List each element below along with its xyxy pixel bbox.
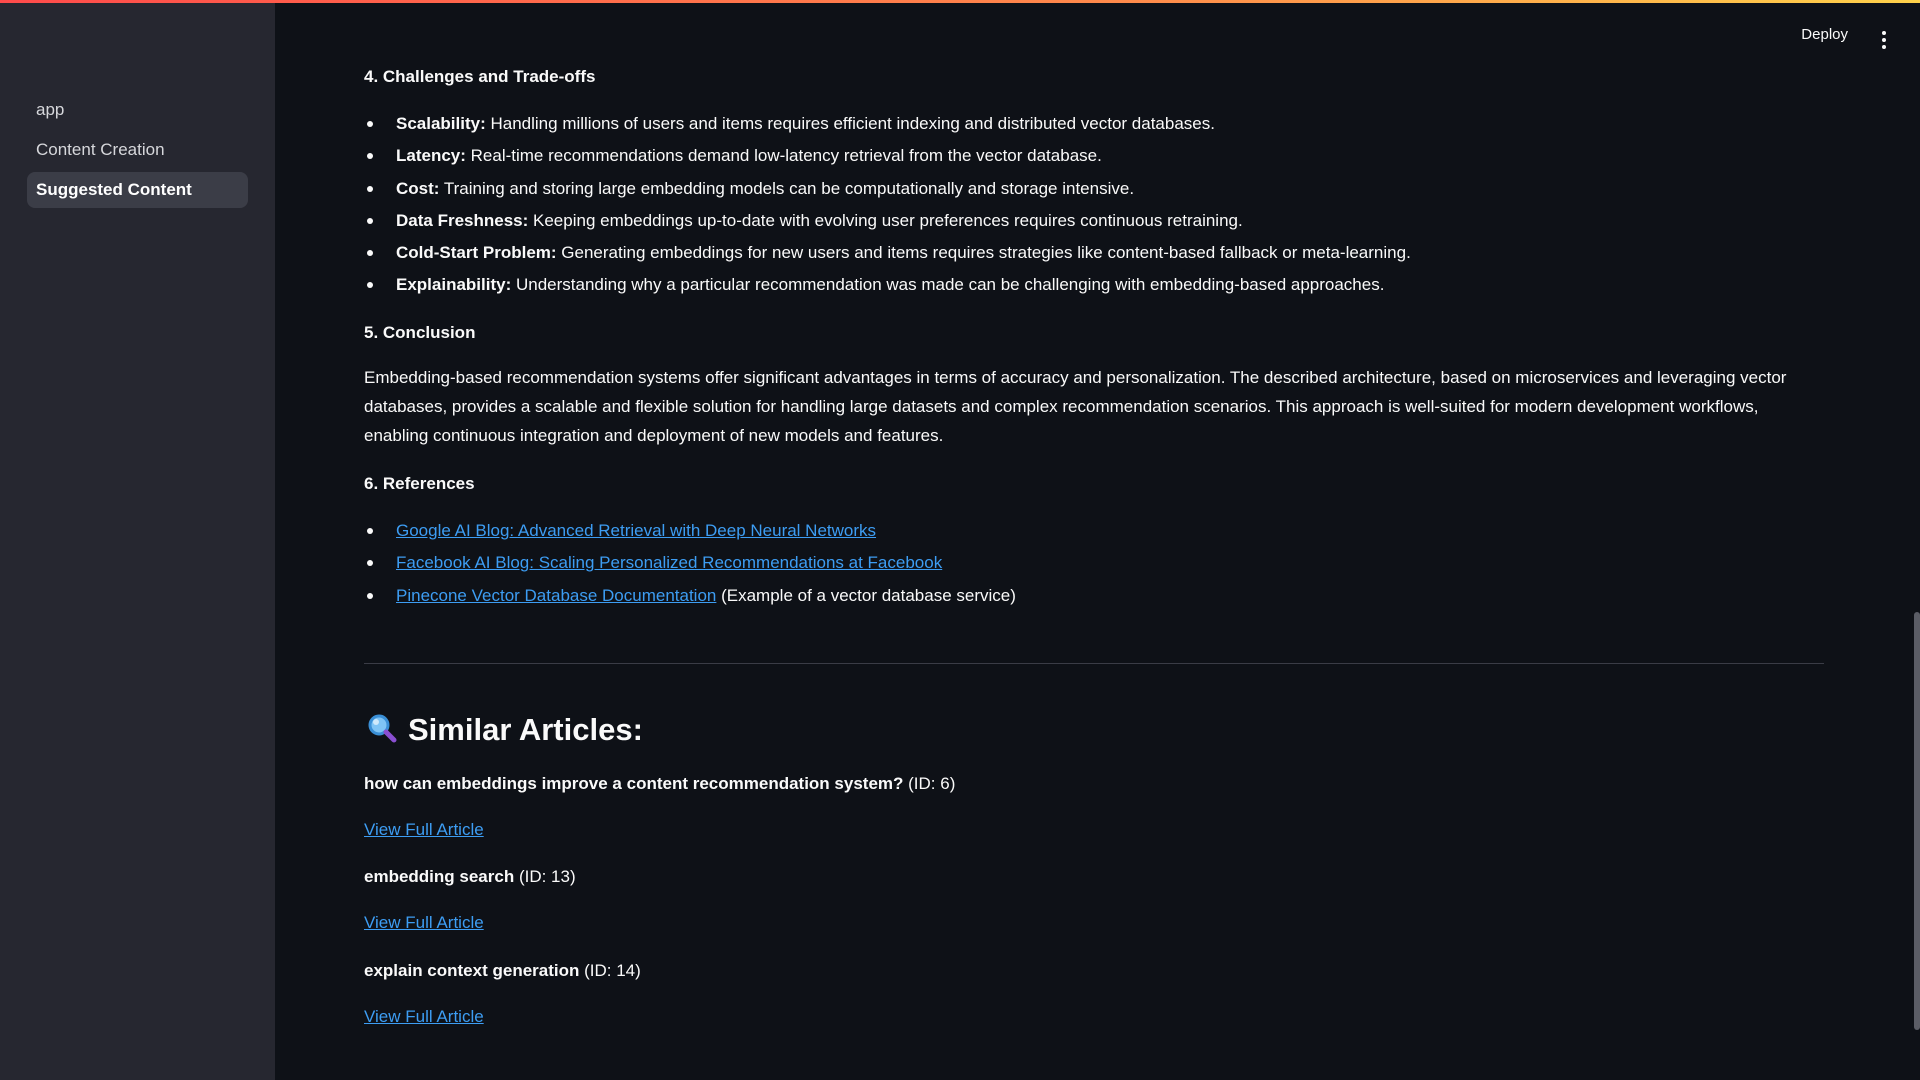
reference-link-facebook[interactable]: Facebook AI Blog: Scaling Personalized R… [396, 553, 942, 572]
article-title: how can embeddings improve a content rec… [364, 774, 904, 793]
list-item: Google AI Blog: Advanced Retrieval with … [364, 520, 1824, 552]
item-term: Cold-Start Problem: [396, 243, 557, 263]
similar-articles-heading: Similar Articles: [366, 712, 643, 752]
article-id: (ID: 13) [514, 867, 576, 886]
deploy-button[interactable]: Deploy [1801, 26, 1848, 43]
view-full-article-link[interactable]: View Full Article [364, 913, 484, 932]
article-title: explain context generation [364, 961, 580, 980]
reference-link-pinecone[interactable]: Pinecone Vector Database Documentation [396, 586, 716, 605]
article-id: (ID: 6) [903, 774, 956, 793]
list-item: Facebook AI Blog: Scaling Personalized R… [364, 552, 1824, 584]
sidebar-item-suggested-content[interactable]: Suggested Content [27, 172, 248, 208]
list-item: Data Freshness: Keeping embeddings up-to… [364, 210, 1824, 242]
sidebar-item-app[interactable]: app [27, 92, 248, 128]
list-item: Explainability: Understanding why a part… [364, 274, 1824, 306]
references-list: Google AI Blog: Advanced Retrieval with … [364, 520, 1824, 617]
more-options-icon[interactable] [1882, 31, 1886, 52]
item-text: Keeping embeddings up-to-date with evolv… [528, 210, 1243, 230]
article-id: (ID: 14) [579, 961, 641, 980]
item-term: Scalability: [396, 114, 486, 133]
conclusion-paragraph: Embedding-based recommendation systems o… [364, 368, 1787, 445]
item-text: Handling millions of users and items req… [485, 114, 1215, 133]
sidebar: app Content Creation Suggested Content [0, 0, 275, 1080]
item-term: Latency: [396, 146, 466, 166]
list-item: Latency: Real-time recommendations deman… [364, 145, 1824, 177]
sidebar-nav: app Content Creation Suggested Content [27, 92, 248, 212]
article-title-row: how can embeddings improve a content rec… [364, 774, 955, 794]
article-title-row: explain context generation (ID: 14) [364, 961, 641, 981]
header-actions: Deploy [1680, 0, 1920, 80]
list-item: Cost: Training and storing large embeddi… [364, 178, 1824, 210]
item-text: Generating embeddings for new users and … [556, 243, 1411, 263]
article-link-row: View Full Article [364, 913, 484, 933]
item-text: Real-time recommendations demand low-lat… [465, 146, 1102, 166]
item-text: Training and storing large embedding mod… [439, 178, 1135, 198]
reference-link-google[interactable]: Google AI Blog: Advanced Retrieval with … [396, 521, 876, 540]
item-text: Understanding why a particular recommend… [511, 275, 1385, 295]
magnifying-glass-icon [366, 712, 398, 752]
section-title-challenges: 4. Challenges and Trade-offs [364, 67, 596, 86]
reference-suffix: (Example of a vector database service) [716, 585, 1016, 605]
article-link-row: View Full Article [364, 1007, 484, 1027]
similar-articles-title: Similar Articles: [408, 712, 643, 748]
section-title-conclusion: 5. Conclusion [364, 323, 476, 342]
list-item: Cold-Start Problem: Generating embedding… [364, 242, 1824, 274]
view-full-article-link[interactable]: View Full Article [364, 820, 484, 839]
item-term: Cost: [396, 178, 440, 198]
article-link-row: View Full Article [364, 820, 484, 840]
view-full-article-link[interactable]: View Full Article [364, 1007, 484, 1026]
item-term: Data Freshness: [396, 210, 529, 230]
section-title-references: 6. References [364, 474, 475, 493]
top-decoration-bar [0, 0, 1920, 3]
vertical-scrollbar[interactable] [1914, 612, 1920, 1030]
sidebar-item-content-creation[interactable]: Content Creation [27, 132, 248, 168]
challenges-list: Scalability: Handling millions of users … [364, 113, 1824, 307]
list-item: Pinecone Vector Database Documentation (… [364, 585, 1824, 617]
item-term: Explainability: [396, 275, 512, 295]
article-title: embedding search [364, 867, 515, 886]
divider [364, 663, 1824, 664]
list-item: Scalability: Handling millions of users … [364, 113, 1824, 145]
article-title-row: embedding search (ID: 13) [364, 867, 576, 887]
